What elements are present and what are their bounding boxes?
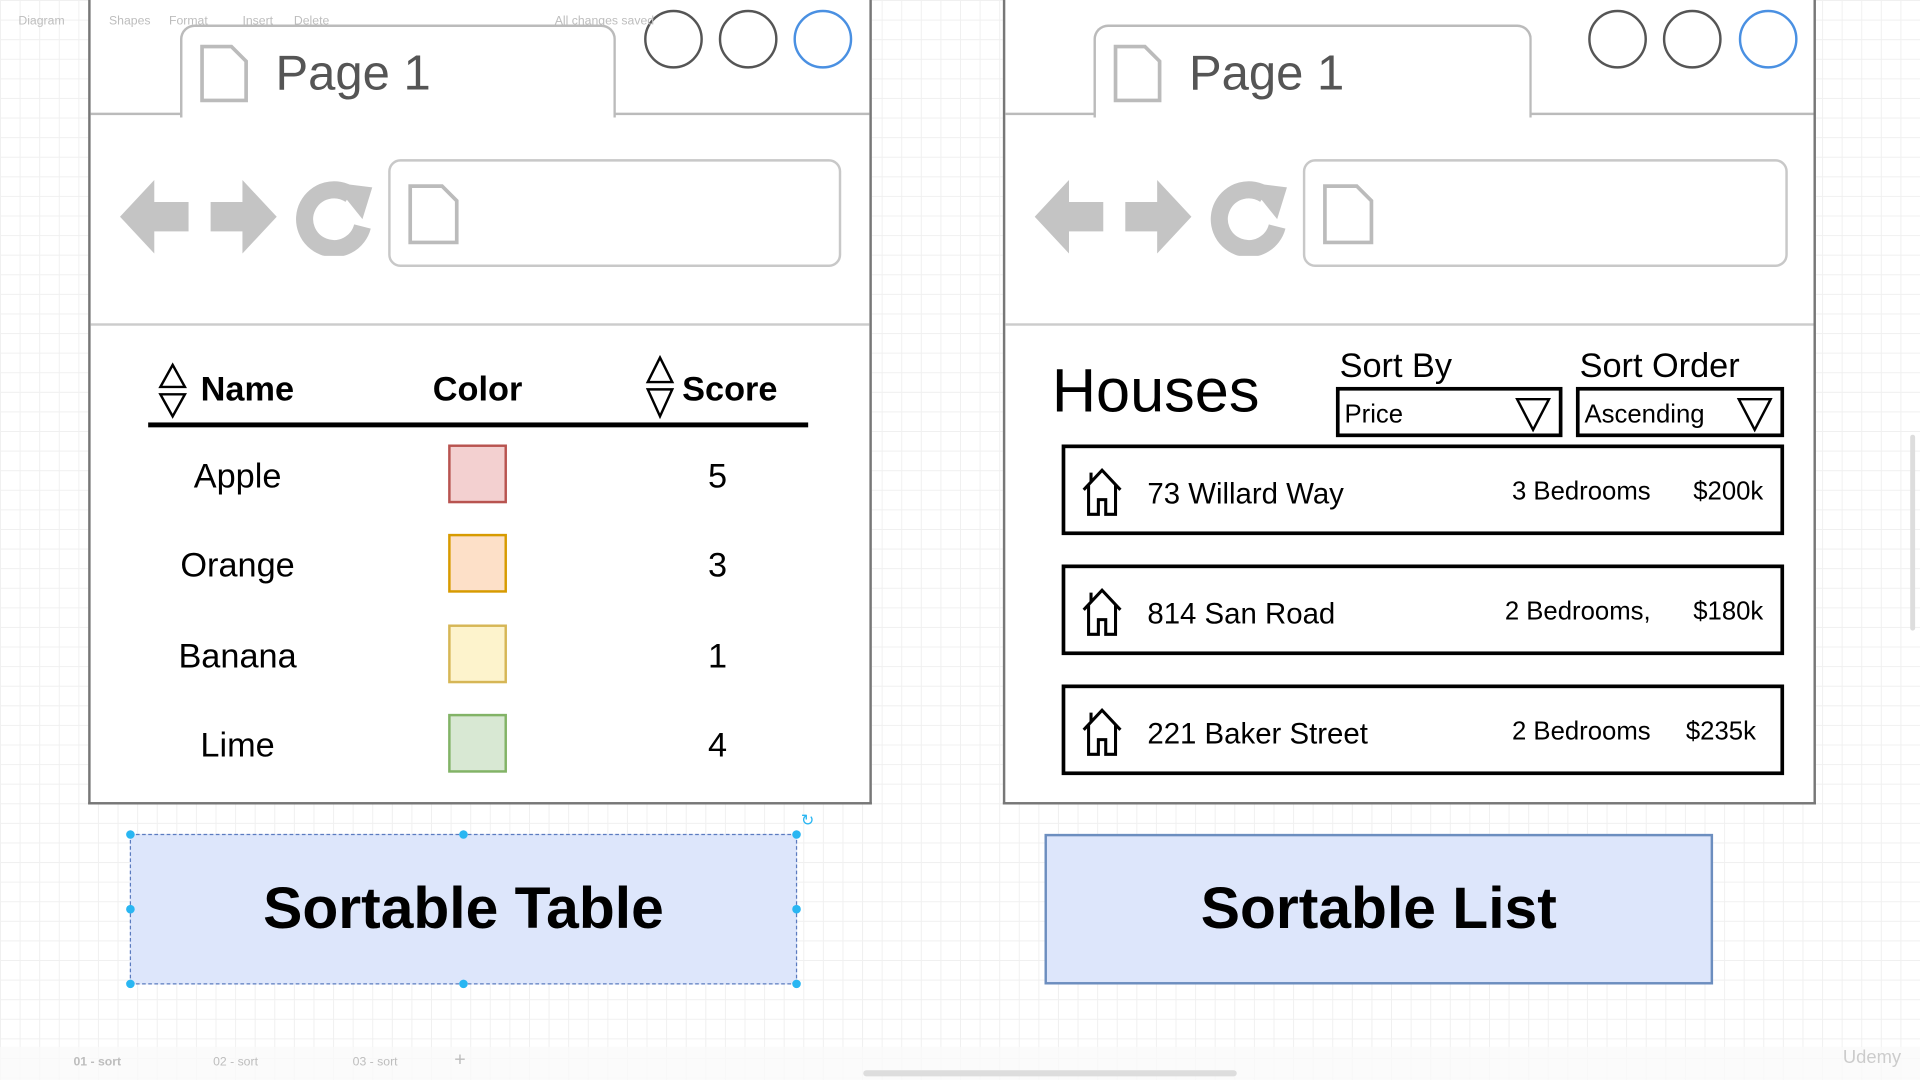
house-icon — [1082, 587, 1122, 636]
cell-name: Banana — [178, 636, 297, 675]
caption-text: Sortable Table — [263, 876, 664, 942]
score-column-header[interactable]: Score — [682, 370, 777, 409]
add-page-icon[interactable]: + — [454, 1049, 465, 1071]
sort-icon[interactable] — [644, 355, 676, 421]
address-bar[interactable] — [1302, 159, 1788, 267]
cell-name: Lime — [200, 726, 275, 765]
nav-arrows-icon[interactable] — [1032, 178, 1289, 256]
item-bedrooms: 2 Bedrooms — [1511, 717, 1651, 746]
item-price: $200k — [1693, 477, 1764, 506]
item-address: 814 San Road — [1147, 597, 1336, 631]
page-tab-2[interactable]: 02 - sort — [213, 1056, 258, 1069]
list-item[interactable]: 221 Baker Street 2 Bedrooms $235k — [1061, 684, 1785, 776]
resize-handle[interactable] — [126, 830, 135, 839]
color-swatch — [448, 713, 507, 773]
cell-score: 4 — [708, 726, 728, 765]
window-button[interactable] — [1662, 9, 1722, 69]
rotate-handle-icon[interactable]: ↻ — [801, 811, 814, 831]
sort-order-value: Ascending — [1584, 400, 1705, 429]
sort-by-value: Price — [1344, 400, 1404, 429]
format-button[interactable]: Format — [169, 15, 208, 28]
window-button[interactable] — [718, 9, 778, 69]
list-heading: Houses — [1051, 356, 1260, 425]
resize-handle[interactable] — [792, 830, 801, 839]
resize-handle[interactable] — [459, 979, 468, 989]
cell-name: Orange — [180, 546, 295, 585]
resize-handle[interactable] — [792, 979, 801, 989]
browser-tab[interactable]: Page 1 — [1093, 24, 1532, 118]
color-swatch — [448, 624, 507, 684]
item-price: $235k — [1685, 717, 1756, 746]
sortable-list-label[interactable]: Sortable List — [1044, 833, 1714, 985]
sort-icon[interactable] — [157, 362, 189, 421]
page-icon — [408, 184, 459, 245]
vertical-scrollbar[interactable] — [1910, 434, 1916, 631]
save-status: All changes saved — [554, 14, 655, 29]
diagram-menu[interactable]: Diagram — [18, 15, 64, 28]
list-item[interactable]: 73 Willard Way 3 Bedrooms $200k — [1061, 444, 1785, 536]
cell-score: 1 — [708, 636, 728, 675]
page-icon — [200, 44, 248, 103]
chevron-down-icon — [1515, 397, 1552, 433]
page-icon — [1113, 44, 1162, 103]
address-bar[interactable] — [388, 159, 842, 267]
color-column-header[interactable]: Color — [433, 370, 523, 409]
caption-text: Sortable List — [1200, 876, 1557, 942]
sort-by-select[interactable]: Price — [1335, 386, 1563, 438]
page-tab-1[interactable]: 01 - sort — [73, 1056, 121, 1069]
color-swatch — [448, 444, 507, 504]
browser-tab[interactable]: Page 1 — [180, 24, 616, 118]
item-address: 73 Willard Way — [1147, 477, 1344, 511]
list-item[interactable]: 814 San Road 2 Bedrooms, $180k — [1061, 564, 1785, 656]
window-button[interactable] — [1738, 9, 1798, 69]
sortable-table-label[interactable]: Sortable Table — [129, 833, 798, 985]
tab-title: Page 1 — [1188, 46, 1345, 101]
house-icon — [1082, 707, 1122, 756]
tab-title: Page 1 — [275, 46, 431, 101]
resize-handle[interactable] — [126, 904, 135, 914]
page-icon — [1323, 184, 1374, 245]
resize-handle[interactable] — [792, 904, 801, 914]
item-bedrooms: 3 Bedrooms — [1511, 477, 1651, 506]
delete-button[interactable]: Delete — [294, 15, 329, 28]
horizontal-scrollbar[interactable] — [863, 1070, 1237, 1077]
cell-name: Apple — [193, 456, 282, 495]
color-swatch — [448, 533, 507, 593]
header-divider — [148, 422, 809, 428]
diagram-canvas[interactable]: Page 1 Name Color Score Apple 5 Orange 3… — [0, 0, 1920, 1080]
page-tab-3[interactable]: 03 - sort — [353, 1056, 398, 1069]
window-button[interactable] — [793, 9, 853, 69]
shapes-button[interactable]: Shapes — [109, 15, 151, 28]
insert-button[interactable]: Insert — [242, 15, 273, 28]
cell-score: 3 — [708, 546, 728, 585]
resize-handle[interactable] — [126, 979, 135, 989]
item-bedrooms: 2 Bedrooms, — [1504, 597, 1651, 626]
item-address: 221 Baker Street — [1147, 717, 1368, 751]
name-column-header[interactable]: Name — [201, 370, 294, 409]
sort-order-label: Sort Order — [1579, 346, 1740, 385]
chevron-down-icon — [1736, 397, 1773, 433]
sort-by-label: Sort By — [1339, 346, 1453, 385]
house-icon — [1082, 467, 1122, 516]
udemy-watermark: Udemy — [1842, 1046, 1902, 1068]
cell-score: 5 — [708, 456, 728, 495]
window-button[interactable] — [1588, 9, 1647, 69]
resize-handle[interactable] — [459, 830, 468, 839]
sort-order-select[interactable]: Ascending — [1575, 386, 1785, 438]
nav-arrows-icon[interactable] — [118, 178, 375, 256]
item-price: $180k — [1693, 597, 1764, 626]
